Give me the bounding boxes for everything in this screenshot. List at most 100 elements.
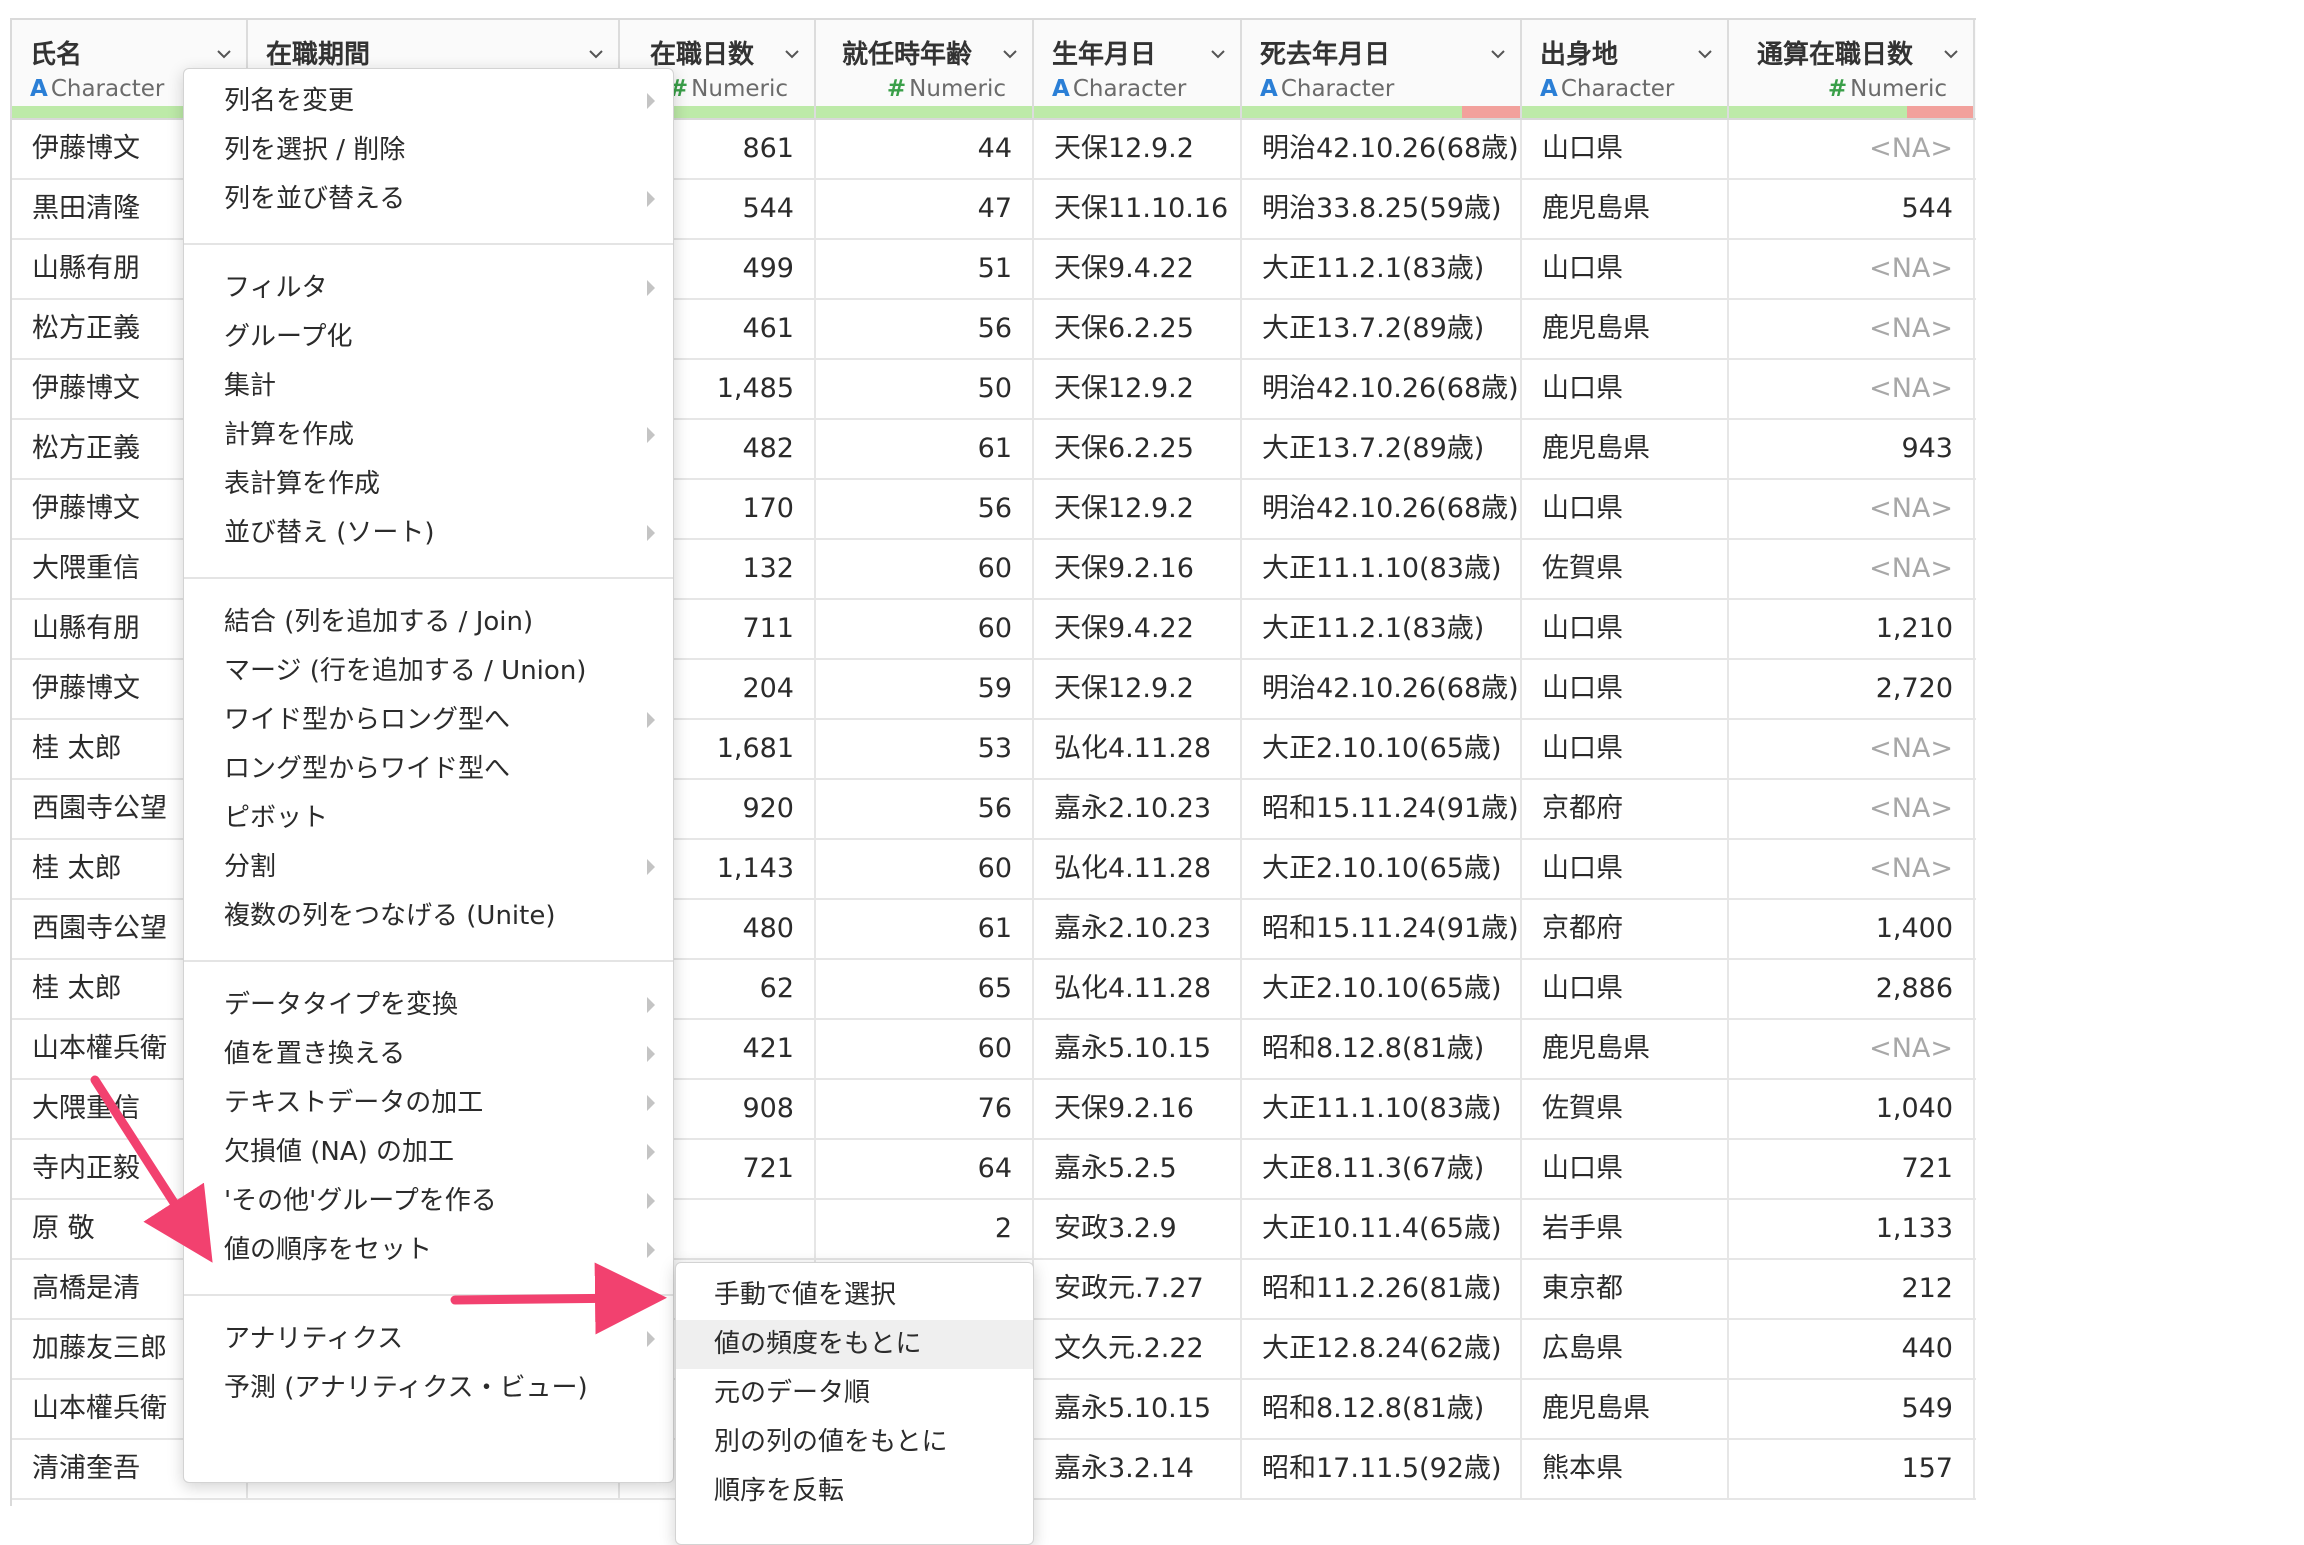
table-cell[interactable]: 天保6.2.25	[1034, 420, 1242, 478]
table-cell[interactable]: 61	[816, 420, 1034, 478]
table-cell[interactable]: 京都府	[1522, 900, 1729, 958]
table-cell[interactable]: 721	[1729, 1140, 1975, 1198]
table-cell[interactable]: 549	[1729, 1380, 1975, 1438]
table-cell[interactable]: 76	[816, 1080, 1034, 1138]
table-cell[interactable]: 60	[816, 840, 1034, 898]
table-cell[interactable]: 嘉永2.10.23	[1034, 900, 1242, 958]
menu-item[interactable]: 分割	[184, 843, 673, 892]
table-cell[interactable]: 943	[1729, 420, 1975, 478]
menu-item[interactable]: 複数の列をつなげる (Unite)	[184, 892, 673, 941]
table-cell[interactable]: <NA>	[1729, 780, 1975, 838]
table-cell[interactable]: 2,886	[1729, 960, 1975, 1018]
menu-item[interactable]: 列を並び替える	[184, 175, 673, 224]
table-cell[interactable]: 鹿児島県	[1522, 420, 1729, 478]
table-cell[interactable]: 47	[816, 180, 1034, 238]
table-cell[interactable]: 嘉永5.10.15	[1034, 1380, 1242, 1438]
table-cell[interactable]: 鹿児島県	[1522, 1380, 1729, 1438]
table-cell[interactable]: <NA>	[1729, 1020, 1975, 1078]
table-cell[interactable]: 嘉永5.2.5	[1034, 1140, 1242, 1198]
table-cell[interactable]: 弘化4.11.28	[1034, 720, 1242, 778]
table-cell[interactable]: 佐賀県	[1522, 540, 1729, 598]
table-cell[interactable]: 59	[816, 660, 1034, 718]
table-cell[interactable]: 212	[1729, 1260, 1975, 1318]
table-cell[interactable]: 天保6.2.25	[1034, 300, 1242, 358]
chevron-down-icon[interactable]	[216, 46, 232, 62]
table-cell[interactable]: 明治33.8.25(59歳)	[1242, 180, 1522, 238]
table-cell[interactable]: <NA>	[1729, 120, 1975, 178]
table-cell[interactable]: 56	[816, 300, 1034, 358]
table-cell[interactable]: <NA>	[1729, 240, 1975, 298]
table-cell[interactable]: 1,133	[1729, 1200, 1975, 1258]
table-cell[interactable]: 山口県	[1522, 600, 1729, 658]
menu-item[interactable]: 列名を変更	[184, 77, 673, 126]
menu-item[interactable]: 欠損値 (NA) の加工	[184, 1128, 673, 1177]
table-cell[interactable]: 天保9.2.16	[1034, 540, 1242, 598]
table-cell[interactable]: 61	[816, 900, 1034, 958]
table-cell[interactable]: 佐賀県	[1522, 1080, 1729, 1138]
table-cell[interactable]: <NA>	[1729, 720, 1975, 778]
menu-item[interactable]: 表計算を作成	[184, 460, 673, 509]
table-cell[interactable]: 544	[1729, 180, 1975, 238]
table-cell[interactable]: 山口県	[1522, 960, 1729, 1018]
table-cell[interactable]: 大正13.7.2(89歳)	[1242, 300, 1522, 358]
table-cell[interactable]: 明治42.10.26(68歳)	[1242, 660, 1522, 718]
menu-item[interactable]: グループ化	[184, 313, 673, 362]
table-cell[interactable]: 熊本県	[1522, 1440, 1729, 1498]
table-cell[interactable]: 天保12.9.2	[1034, 660, 1242, 718]
table-cell[interactable]: <NA>	[1729, 540, 1975, 598]
table-cell[interactable]: 昭和15.11.24(91歳)	[1242, 780, 1522, 838]
menu-item[interactable]: 予測 (アナリティクス・ビュー)	[184, 1364, 673, 1413]
menu-item[interactable]: 値を置き換える	[184, 1030, 673, 1079]
menu-item[interactable]: 並び替え (ソート)	[184, 509, 673, 558]
column-header-4[interactable]: 生年月日 A Character	[1034, 20, 1242, 118]
table-cell[interactable]: 山口県	[1522, 720, 1729, 778]
table-cell[interactable]: 嘉永5.10.15	[1034, 1020, 1242, 1078]
table-cell[interactable]: 天保9.4.22	[1034, 600, 1242, 658]
table-cell[interactable]: 56	[816, 480, 1034, 538]
chevron-down-icon[interactable]	[784, 46, 800, 62]
table-cell[interactable]: 大正11.1.10(83歳)	[1242, 540, 1522, 598]
table-cell[interactable]: 64	[816, 1140, 1034, 1198]
table-cell[interactable]: 鹿児島県	[1522, 1020, 1729, 1078]
chevron-down-icon[interactable]	[1943, 46, 1959, 62]
table-cell[interactable]: 51	[816, 240, 1034, 298]
table-cell[interactable]: 1,400	[1729, 900, 1975, 958]
menu-item[interactable]: アナリティクス	[184, 1315, 673, 1364]
table-cell[interactable]: 1,210	[1729, 600, 1975, 658]
table-cell[interactable]: 弘化4.11.28	[1034, 960, 1242, 1018]
submenu-item[interactable]: 順序を反転	[676, 1467, 1033, 1516]
table-cell[interactable]: 嘉永3.2.14	[1034, 1440, 1242, 1498]
table-cell[interactable]: <NA>	[1729, 300, 1975, 358]
menu-item[interactable]: 'その他'グループを作る	[184, 1177, 673, 1226]
table-cell[interactable]: 大正11.1.10(83歳)	[1242, 1080, 1522, 1138]
menu-item[interactable]: ピボット	[184, 794, 673, 843]
table-cell[interactable]: 昭和17.11.5(92歳)	[1242, 1440, 1522, 1498]
chevron-down-icon[interactable]	[1697, 46, 1713, 62]
table-cell[interactable]: 440	[1729, 1320, 1975, 1378]
table-cell[interactable]: <NA>	[1729, 360, 1975, 418]
menu-item[interactable]: 集計	[184, 362, 673, 411]
table-cell[interactable]: 2,720	[1729, 660, 1975, 718]
table-cell[interactable]: 山口県	[1522, 240, 1729, 298]
menu-item[interactable]: テキストデータの加工	[184, 1079, 673, 1128]
table-cell[interactable]: 安政3.2.9	[1034, 1200, 1242, 1258]
table-cell[interactable]: 大正10.11.4(65歳)	[1242, 1200, 1522, 1258]
table-cell[interactable]: 弘化4.11.28	[1034, 840, 1242, 898]
table-cell[interactable]: 山口県	[1522, 840, 1729, 898]
table-cell[interactable]: 大正12.8.24(62歳)	[1242, 1320, 1522, 1378]
menu-item[interactable]: 列を選択 / 削除	[184, 126, 673, 175]
menu-item[interactable]: ワイド型からロング型へ	[184, 696, 673, 745]
table-cell[interactable]: 60	[816, 540, 1034, 598]
table-cell[interactable]: 大正8.11.3(67歳)	[1242, 1140, 1522, 1198]
table-cell[interactable]: 昭和11.2.26(81歳)	[1242, 1260, 1522, 1318]
table-cell[interactable]: 岩手県	[1522, 1200, 1729, 1258]
table-cell[interactable]: 鹿児島県	[1522, 180, 1729, 238]
table-cell[interactable]: 東京都	[1522, 1260, 1729, 1318]
submenu-item[interactable]: 別の列の値をもとに	[676, 1418, 1033, 1467]
table-cell[interactable]: 明治42.10.26(68歳)	[1242, 480, 1522, 538]
column-header-3[interactable]: 就任時年齢 # Numeric	[816, 20, 1034, 118]
chevron-down-icon[interactable]	[1490, 46, 1506, 62]
table-cell[interactable]: 昭和15.11.24(91歳)	[1242, 900, 1522, 958]
menu-item[interactable]: 結合 (列を追加する / Join)	[184, 598, 673, 647]
submenu-item[interactable]: 値の頻度をもとに	[676, 1320, 1033, 1369]
